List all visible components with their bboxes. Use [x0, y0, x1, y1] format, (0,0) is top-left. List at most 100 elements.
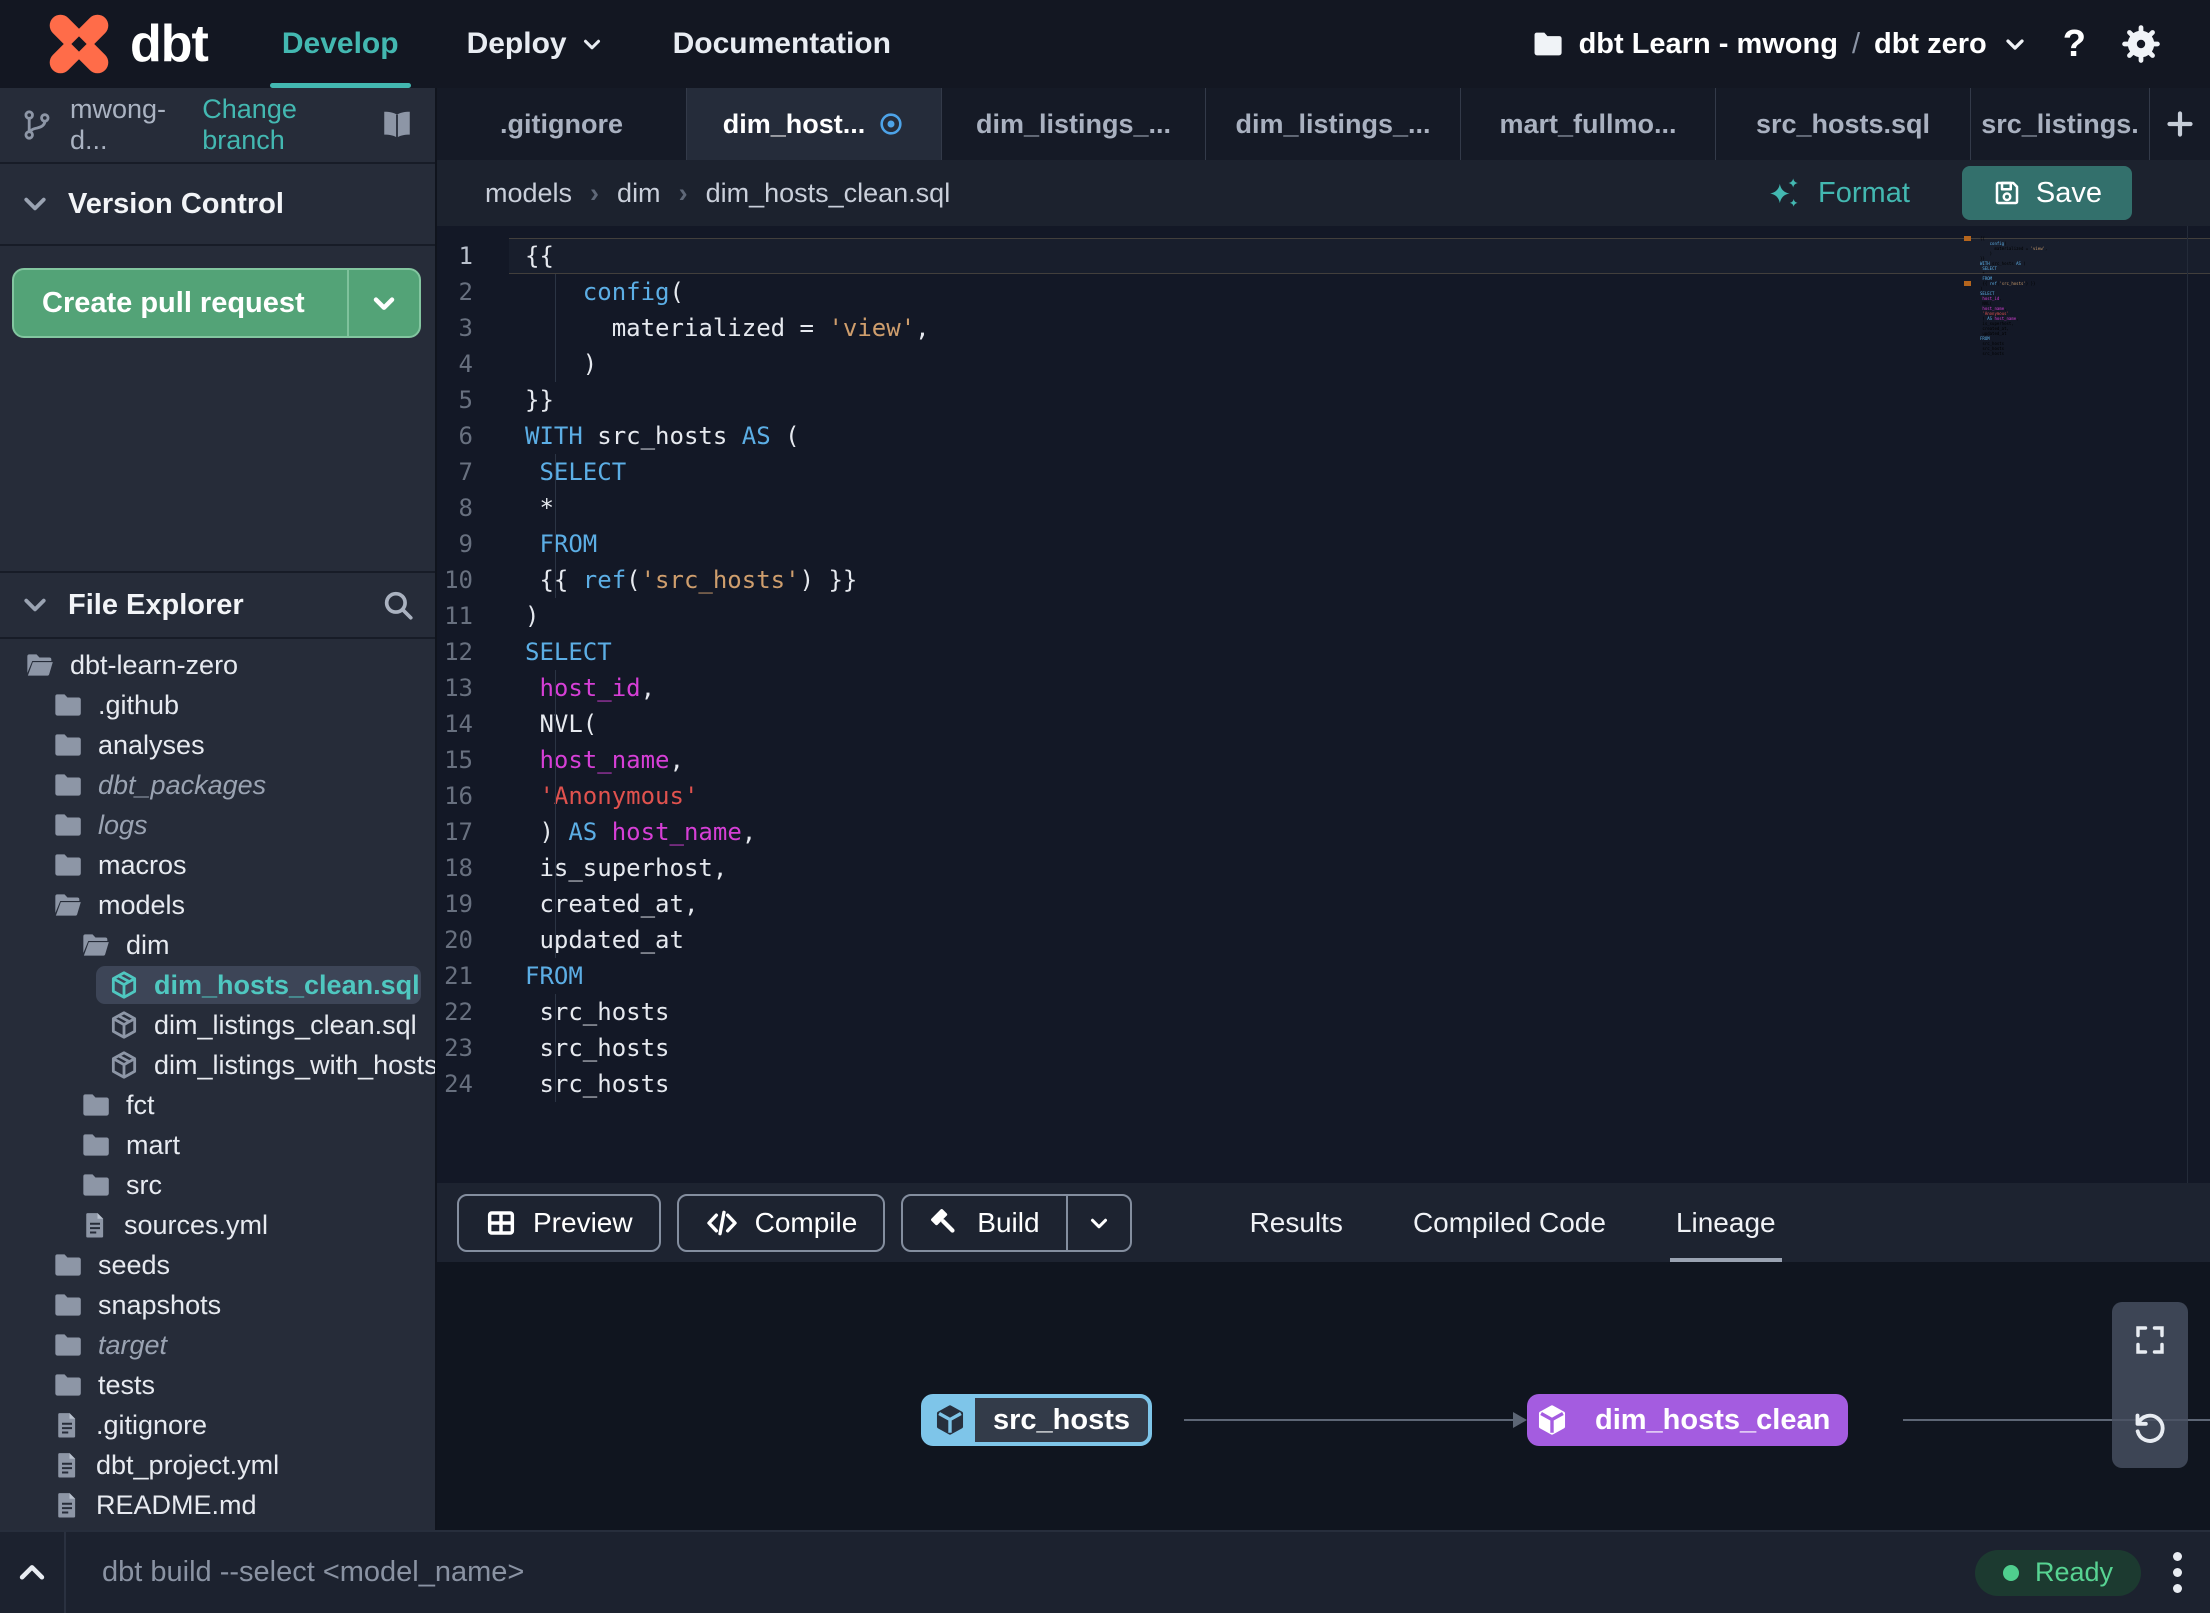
editor-tab-dim-listings-[interactable]: dim_listings_...	[942, 88, 1206, 160]
refresh-history-icon[interactable]	[2130, 1408, 2170, 1448]
file-explorer-header[interactable]: File Explorer	[0, 571, 435, 639]
status-dot-icon	[2002, 1564, 2019, 1581]
create-pull-request-button[interactable]: Create pull request	[14, 270, 347, 336]
search-icon[interactable]	[381, 588, 415, 622]
change-branch-link[interactable]: Change branch	[202, 94, 363, 156]
tree-item--github[interactable]: .github	[0, 685, 435, 725]
code-line-2[interactable]: 2 config(	[437, 274, 2210, 310]
tree-item-dim[interactable]: dim	[0, 925, 435, 965]
line-number: 8	[458, 494, 473, 522]
editor-tab-src-hosts-sql[interactable]: src_hosts.sql	[1716, 88, 1971, 160]
lineage-node-src-hosts[interactable]: src_hosts	[921, 1394, 1153, 1446]
tree-item-models[interactable]: models	[0, 885, 435, 925]
status-badge: Ready	[1974, 1549, 2141, 1596]
tree-item-dim-hosts-clean-sql[interactable]: dim_hosts_clean.sql	[0, 965, 435, 1005]
editor-scrollbar-track[interactable]	[2187, 226, 2188, 1183]
command-bar-toggle[interactable]	[0, 1532, 66, 1613]
editor-tab-dim-listings-[interactable]: dim_listings_...	[1206, 88, 1461, 160]
version-control-header[interactable]: Version Control	[0, 164, 435, 246]
chevron-down-icon	[579, 31, 605, 57]
code-line-11[interactable]: 11)	[437, 598, 2210, 634]
code-line-6[interactable]: 6 WITH src_hosts AS (	[437, 418, 2210, 454]
lineage-node-dim-hosts-clean[interactable]: dim_hosts_clean	[1527, 1394, 1849, 1446]
code-line-24[interactable]: 24 src_hosts	[437, 1066, 2210, 1102]
build-dropdown[interactable]	[1065, 1195, 1130, 1250]
editor-tab-src-listings-[interactable]: src_listings.	[1971, 88, 2150, 160]
tree-item-snapshots[interactable]: snapshots	[0, 1285, 435, 1325]
build-button[interactable]: Build	[901, 1193, 1132, 1252]
tree-item-dbt-packages[interactable]: dbt_packages	[0, 765, 435, 805]
code-line-9[interactable]: 9 FROM	[437, 526, 2210, 562]
tree-item-target[interactable]: target	[0, 1325, 435, 1365]
tree-item-dbt-project-yml[interactable]: dbt_project.yml	[0, 1445, 435, 1485]
code-line-1[interactable]: 1 {{	[437, 238, 2210, 274]
tree-item-sources-yml[interactable]: sources.yml	[0, 1205, 435, 1245]
tree-item--gitignore[interactable]: .gitignore	[0, 1405, 435, 1445]
breadcrumb-item[interactable]: dim_hosts_clean.sql	[706, 178, 951, 209]
line-number: 15	[444, 746, 473, 774]
tree-item-seeds[interactable]: seeds	[0, 1245, 435, 1285]
create-pull-request-dropdown[interactable]	[347, 270, 419, 336]
tree-item-mart[interactable]: mart	[0, 1125, 435, 1165]
nav-item-deploy[interactable]: Deploy	[433, 0, 639, 88]
tree-item-fct[interactable]: fct	[0, 1085, 435, 1125]
code-line-8[interactable]: 8 *	[437, 490, 2210, 526]
code-line-16[interactable]: 16 'Anonymous'	[437, 778, 2210, 814]
code-line-10[interactable]: 10 {{ ref('src_hosts') }}	[437, 562, 2210, 598]
code-line-15[interactable]: 15 host_name,	[437, 742, 2210, 778]
code-line-14[interactable]: 14 NVL(	[437, 706, 2210, 742]
breadcrumb-item[interactable]: dim	[617, 178, 661, 209]
line-content: *	[525, 494, 554, 522]
panel-tab-lineage[interactable]: Lineage	[1669, 1183, 1782, 1262]
save-button[interactable]: Save	[1961, 166, 2132, 220]
tree-item-logs[interactable]: logs	[0, 805, 435, 845]
tree-item-label: .github	[98, 689, 180, 720]
tree-item-analyses[interactable]: analyses	[0, 725, 435, 765]
tree-item-dim-listings-with-hosts-[interactable]: dim_listings_with_hosts...	[0, 1045, 435, 1085]
tree-item-readme-md[interactable]: README.md	[0, 1485, 435, 1525]
fullscreen-icon[interactable]	[2132, 1322, 2168, 1358]
dbt-logo[interactable]: dbt	[0, 0, 248, 88]
new-tab-button[interactable]	[2150, 88, 2210, 160]
code-line-12[interactable]: 12 SELECT	[437, 634, 2210, 670]
code-editor[interactable]: 1{{2 config(3 materialized = 'view', 4 ) 5…	[437, 226, 2210, 1183]
lineage-panel[interactable]: src_hostsdim_hosts_cleandim_listings_wit…	[437, 1262, 2210, 1530]
tree-item-macros[interactable]: macros	[0, 845, 435, 885]
code-line-3[interactable]: 3 materialized = 'view',	[437, 310, 2210, 346]
project-selector[interactable]: dbt Learn - mwong / dbt zero	[1531, 27, 2029, 61]
panel-tab-results[interactable]: Results	[1244, 1183, 1349, 1262]
preview-button[interactable]: Preview	[457, 1193, 661, 1252]
tree-item-tests[interactable]: tests	[0, 1365, 435, 1405]
tree-item-src[interactable]: src	[0, 1165, 435, 1205]
tree-item-dbt-learn-zero[interactable]: dbt-learn-zero	[0, 645, 435, 685]
code-line-19[interactable]: 19 created_at,	[437, 886, 2210, 922]
code-line-21[interactable]: 21 FROM	[437, 958, 2210, 994]
editor-tab-mart-fullmo-[interactable]: mart_fullmo...	[1461, 88, 1716, 160]
tree-item-dim-listings-clean-sql[interactable]: dim_listings_clean.sql	[0, 1005, 435, 1045]
format-button[interactable]: Format	[1764, 173, 1910, 213]
code-line-5[interactable]: 5}}	[437, 382, 2210, 418]
command-input[interactable]: dbt build --select <model_name>	[66, 1556, 524, 1589]
nav-item-develop[interactable]: Develop	[248, 0, 433, 88]
code-line-22[interactable]: 22 src_hosts	[437, 994, 2210, 1030]
code-line-13[interactable]: 13 host_id,	[437, 670, 2210, 706]
code-line-4[interactable]: 4 )	[437, 346, 2210, 382]
nav-item-documentation[interactable]: Documentation	[639, 0, 925, 88]
compile-button[interactable]: Compile	[676, 1193, 886, 1252]
settings-gear-icon[interactable]	[2120, 23, 2162, 65]
docs-book-icon[interactable]	[379, 107, 415, 143]
code-line-20[interactable]: 20 updated_at	[437, 922, 2210, 958]
code-line-23[interactable]: 23 src_hosts	[437, 1030, 2210, 1066]
panel-tab-compiled-code[interactable]: Compiled Code	[1407, 1183, 1612, 1262]
help-button[interactable]: ?	[2055, 23, 2094, 66]
line-content: config(	[582, 278, 684, 306]
breadcrumb-item[interactable]: models	[485, 178, 572, 209]
dbt-logo-icon	[42, 7, 116, 81]
code-line-7[interactable]: 7 SELECT	[437, 454, 2210, 490]
editor-minimap[interactable]: {{ config( materialized = 'view', )}} WIT…	[1964, 236, 2082, 356]
kebab-menu-icon[interactable]	[2169, 1548, 2186, 1597]
editor-tab--gitignore[interactable]: .gitignore	[437, 88, 687, 160]
editor-tab-dim-host-[interactable]: dim_host...	[687, 88, 942, 160]
code-line-17[interactable]: 17 ) AS host_name,	[437, 814, 2210, 850]
code-line-18[interactable]: 18 is_superhost,	[437, 850, 2210, 886]
